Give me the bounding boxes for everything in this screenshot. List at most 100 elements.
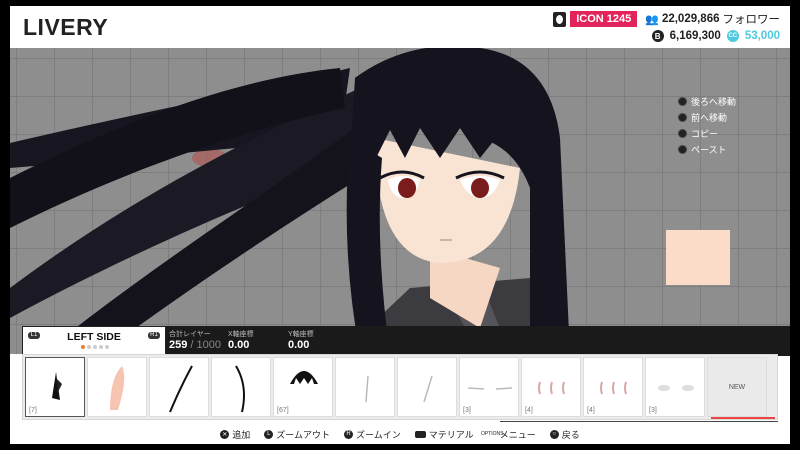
hint-menu[interactable]: OPTIONS メニュー bbox=[480, 428, 536, 441]
group-count: [3] bbox=[649, 407, 657, 414]
ctx-move-back[interactable]: 後ろへ移動 bbox=[678, 95, 736, 108]
hint-material[interactable]: マテリアル bbox=[414, 428, 474, 441]
thumb-preview bbox=[235, 365, 245, 413]
side-title: LEFT SIDE bbox=[67, 331, 121, 343]
layer-thumbnail[interactable]: [3] bbox=[645, 357, 705, 417]
thumb-preview bbox=[423, 375, 433, 403]
cc-icon: CC bbox=[726, 30, 739, 42]
r2-button-icon: R bbox=[344, 429, 354, 439]
page-dot bbox=[93, 345, 97, 349]
followers: 👥 22,029,866 フォロワー bbox=[645, 11, 780, 27]
y-coordinate: Y軸座標 0.00 bbox=[288, 329, 314, 351]
group-count: [7] bbox=[29, 407, 37, 414]
character-artwork[interactable] bbox=[10, 48, 790, 354]
button-icon bbox=[678, 129, 687, 138]
icon-badge: ICON 1245 bbox=[570, 11, 638, 27]
group-count: [67] bbox=[277, 407, 289, 414]
group-count: [3] bbox=[463, 407, 471, 414]
layer-thumbnail[interactable]: [67] bbox=[273, 357, 333, 417]
cross-button-icon: ✕ bbox=[220, 429, 230, 439]
hint-zoom-in[interactable]: R ズームイン bbox=[344, 428, 401, 441]
hint-label: マテリアル bbox=[428, 429, 474, 440]
layer-thumbnail[interactable]: [4] bbox=[521, 357, 581, 417]
selection-indicator bbox=[711, 417, 775, 419]
new-layer-button[interactable]: NEW bbox=[707, 357, 767, 417]
followers-label: フォロワー bbox=[722, 14, 781, 26]
layer-thumbnail[interactable]: [4] bbox=[583, 357, 643, 417]
ctx-copy[interactable]: コピー bbox=[678, 127, 736, 140]
x-label: X軸座標 bbox=[228, 331, 254, 338]
button-icon bbox=[678, 145, 687, 154]
hint-label: ズームアウト bbox=[276, 429, 331, 440]
left-iris[interactable] bbox=[398, 178, 416, 198]
layers-used: 259 bbox=[169, 339, 188, 351]
layer-info-bar: 合計レイヤー 259 / 1000 X軸座標 0.00 Y軸座標 0.00 bbox=[166, 326, 790, 356]
layer-thumbnail[interactable] bbox=[149, 357, 209, 417]
thumb-preview bbox=[169, 365, 193, 413]
y-value: 0.00 bbox=[288, 339, 310, 351]
ctx-label: ペースト bbox=[691, 145, 727, 155]
cc-value: 53,000 bbox=[744, 30, 780, 42]
y-label: Y軸座標 bbox=[288, 331, 314, 338]
page-dot bbox=[81, 345, 85, 349]
x-coordinate: X軸座標 0.00 bbox=[228, 329, 254, 351]
group-count: [4] bbox=[525, 407, 533, 414]
layer-side-tab[interactable]: L1 LEFT SIDE R1 bbox=[22, 326, 166, 356]
livery-editor-screen: LIVERY ICON 1245 👥 22,029,866 フォロワー B 6,… bbox=[10, 6, 790, 444]
ctx-label: 前へ移動 bbox=[691, 113, 728, 123]
l2-button-icon: L bbox=[264, 429, 274, 439]
hint-label: メニュー bbox=[499, 429, 536, 440]
page-title: LIVERY bbox=[23, 14, 109, 40]
hint-label: 戻る bbox=[561, 429, 580, 440]
credits-icon: B bbox=[651, 30, 664, 42]
page-dot bbox=[87, 345, 91, 349]
avatar-icon bbox=[553, 11, 567, 27]
hint-label: 追加 bbox=[232, 429, 251, 440]
hint-back[interactable]: ○ 戻る bbox=[549, 428, 580, 441]
header-bar: LIVERY ICON 1245 👥 22,029,866 フォロワー B 6,… bbox=[10, 6, 790, 48]
profile-stats: ICON 1245 👥 22,029,866 フォロワー bbox=[553, 10, 780, 28]
context-menu: 後ろへ移動 前へ移動 コピー ペースト bbox=[678, 95, 736, 156]
button-icon bbox=[678, 113, 687, 122]
currency-stats: B 6,169,300 CC 53,000 bbox=[651, 28, 780, 44]
ctx-label: コピー bbox=[691, 129, 719, 139]
layer-thumbnail[interactable] bbox=[87, 357, 147, 417]
total-layers: 合計レイヤー 259 / 1000 bbox=[169, 329, 221, 351]
face[interactable] bbox=[375, 138, 520, 263]
total-layers-label: 合計レイヤー bbox=[169, 331, 211, 338]
page-dot bbox=[105, 345, 109, 349]
layer-thumbnail[interactable] bbox=[397, 357, 457, 417]
button-hints-footer: ✕ 追加 L ズームアウト R ズームイン マテリアル OPTIONS メニュー… bbox=[10, 424, 790, 444]
button-icon bbox=[678, 97, 687, 106]
layers-max: / 1000 bbox=[190, 339, 222, 351]
hint-add[interactable]: ✕ 追加 bbox=[220, 428, 250, 441]
layer-thumbnail[interactable]: [3] bbox=[459, 357, 519, 417]
layer-thumbnail[interactable] bbox=[211, 357, 271, 417]
r1-bumper-icon[interactable]: R1 bbox=[148, 332, 160, 339]
hint-zoom-out[interactable]: L ズームアウト bbox=[264, 428, 330, 441]
x-value: 0.00 bbox=[228, 339, 250, 351]
options-button-icon: OPTIONS bbox=[480, 431, 504, 437]
hint-label: ズームイン bbox=[356, 429, 401, 440]
side-page-indicator bbox=[81, 345, 109, 349]
strip-scrollbar[interactable] bbox=[500, 421, 778, 422]
ctx-move-front[interactable]: 前へ移動 bbox=[678, 111, 736, 124]
layer-thumbnail[interactable] bbox=[335, 357, 395, 417]
touchpad-icon bbox=[414, 430, 426, 438]
thumb-preview bbox=[110, 366, 125, 410]
layer-thumbnail-strip: [7] [67] [3] [4] [4] [3] NEW bbox=[22, 354, 778, 420]
ctx-paste[interactable]: ペースト bbox=[678, 143, 736, 156]
livery-canvas[interactable]: 後ろへ移動 前へ移動 コピー ペースト bbox=[10, 48, 790, 354]
followers-count: 22,029,866 bbox=[661, 13, 720, 25]
ctx-label: 後ろへ移動 bbox=[691, 97, 737, 107]
group-count: [4] bbox=[587, 407, 595, 414]
page-dot bbox=[99, 345, 103, 349]
color-swatch-decal[interactable] bbox=[666, 230, 730, 285]
new-label: NEW bbox=[728, 383, 746, 391]
right-iris[interactable] bbox=[471, 178, 489, 198]
total-layers-value: 259 / 1000 bbox=[169, 339, 221, 351]
icon-level: ICON 1245 bbox=[553, 11, 638, 27]
people-icon: 👥 bbox=[645, 13, 659, 26]
layer-thumbnail[interactable]: [7] bbox=[25, 357, 85, 417]
thumb-preview bbox=[365, 375, 369, 403]
